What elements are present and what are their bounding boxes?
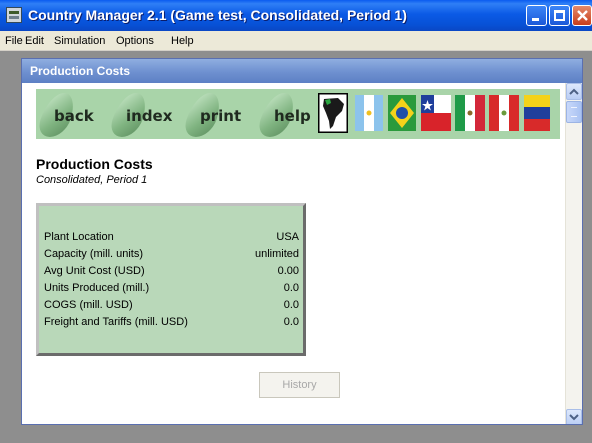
maximize-icon [554, 10, 565, 21]
scroll-thumb[interactable] [566, 101, 582, 123]
table-row: Avg Unit Cost (USD) 0.00 [44, 265, 299, 280]
scroll-up-button[interactable] [566, 83, 582, 100]
minimize-button[interactable] [526, 5, 547, 26]
row-label: Capacity (mill. units) [44, 248, 144, 260]
panel-title: Production Costs [30, 64, 131, 78]
window-title: Country Manager 2.1 (Game test, Consolid… [28, 7, 407, 23]
table-row: Freight and Tariffs (mill. USD) 0.0 [44, 316, 299, 331]
chevron-down-icon [569, 414, 579, 421]
row-value: USA [276, 231, 299, 243]
mexico-flag-icon[interactable] [455, 95, 485, 131]
close-button[interactable] [572, 5, 592, 26]
row-label: Units Produced (mill.) [44, 282, 150, 294]
history-button[interactable]: History [259, 372, 340, 398]
table-row: Units Produced (mill.) 0.0 [44, 282, 299, 297]
back-button[interactable]: back [34, 89, 112, 139]
menu-bar: File Edit Simulation Options Help [0, 31, 592, 51]
table-row: Plant Location USA [44, 231, 299, 246]
row-label: Plant Location [44, 231, 114, 243]
argentina-flag-icon[interactable] [355, 95, 383, 131]
minimize-icon [532, 18, 539, 21]
row-value: 0.00 [277, 265, 299, 277]
page-title: Production Costs [36, 156, 153, 172]
row-value: 0.0 [283, 282, 299, 294]
venezuela-flag-icon[interactable] [524, 95, 550, 131]
peru-flag-icon[interactable] [489, 95, 519, 131]
panel-header: Production Costs [22, 59, 582, 83]
row-value: 0.0 [283, 316, 299, 328]
row-value: 0.0 [283, 299, 299, 311]
index-button[interactable]: index [106, 89, 186, 139]
navigation-bar: back index print help [34, 89, 560, 139]
app-icon[interactable] [6, 7, 22, 23]
menu-options[interactable]: Options [116, 35, 154, 47]
production-costs-table: Plant Location USA Capacity (mill. units… [36, 203, 306, 356]
print-label: print [200, 107, 242, 125]
row-label: Avg Unit Cost (USD) [44, 265, 145, 277]
row-label: COGS (mill. USD) [44, 299, 133, 311]
page-subtitle: Consolidated, Period 1 [36, 174, 148, 186]
print-button[interactable]: print [180, 89, 260, 139]
back-label: back [54, 107, 94, 125]
menu-edit[interactable]: Edit [25, 35, 44, 47]
row-value: unlimited [254, 248, 299, 260]
client-area: Production Costs back index print help P… [0, 51, 592, 443]
production-costs-window: Production Costs back index print help P… [21, 58, 583, 425]
map-icon[interactable] [318, 93, 348, 133]
title-bar[interactable]: Country Manager 2.1 (Game test, Consolid… [0, 0, 592, 31]
table-row: COGS (mill. USD) 0.0 [44, 299, 299, 314]
scroll-down-button[interactable] [566, 409, 582, 424]
menu-help[interactable]: Help [171, 35, 194, 47]
index-label: index [126, 107, 173, 125]
maximize-button[interactable] [549, 5, 570, 26]
menu-simulation[interactable]: Simulation [54, 35, 105, 47]
chevron-up-icon [569, 88, 579, 95]
menu-file[interactable]: File [5, 35, 23, 47]
help-label: help [274, 107, 311, 125]
close-icon [577, 10, 588, 21]
table-row: Capacity (mill. units) unlimited [44, 248, 299, 263]
chile-flag-icon[interactable] [421, 95, 451, 131]
row-label: Freight and Tariffs (mill. USD) [44, 316, 188, 328]
brazil-flag-icon[interactable] [388, 95, 416, 131]
vertical-scrollbar[interactable] [565, 83, 582, 424]
